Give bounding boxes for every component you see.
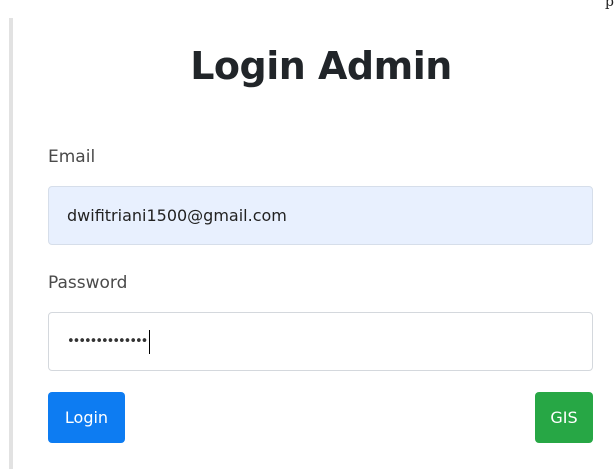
email-field[interactable]: dwifitriani1500@gmail.com: [48, 186, 593, 245]
login-button[interactable]: Login: [48, 392, 125, 443]
email-label: Email: [48, 147, 96, 167]
password-field[interactable]: ••••••••••••••: [48, 312, 593, 371]
password-label: Password: [48, 273, 128, 293]
corner-text: p: [605, 0, 614, 10]
page-title: Login Admin: [190, 44, 452, 88]
left-border: [9, 18, 13, 469]
login-page: p Login Admin Email dwifitriani1500@gmai…: [0, 0, 614, 469]
gis-button[interactable]: GIS: [535, 392, 593, 443]
password-value: ••••••••••••••: [67, 334, 148, 349]
email-value: dwifitriani1500@gmail.com: [67, 206, 287, 225]
text-caret: [149, 329, 151, 354]
